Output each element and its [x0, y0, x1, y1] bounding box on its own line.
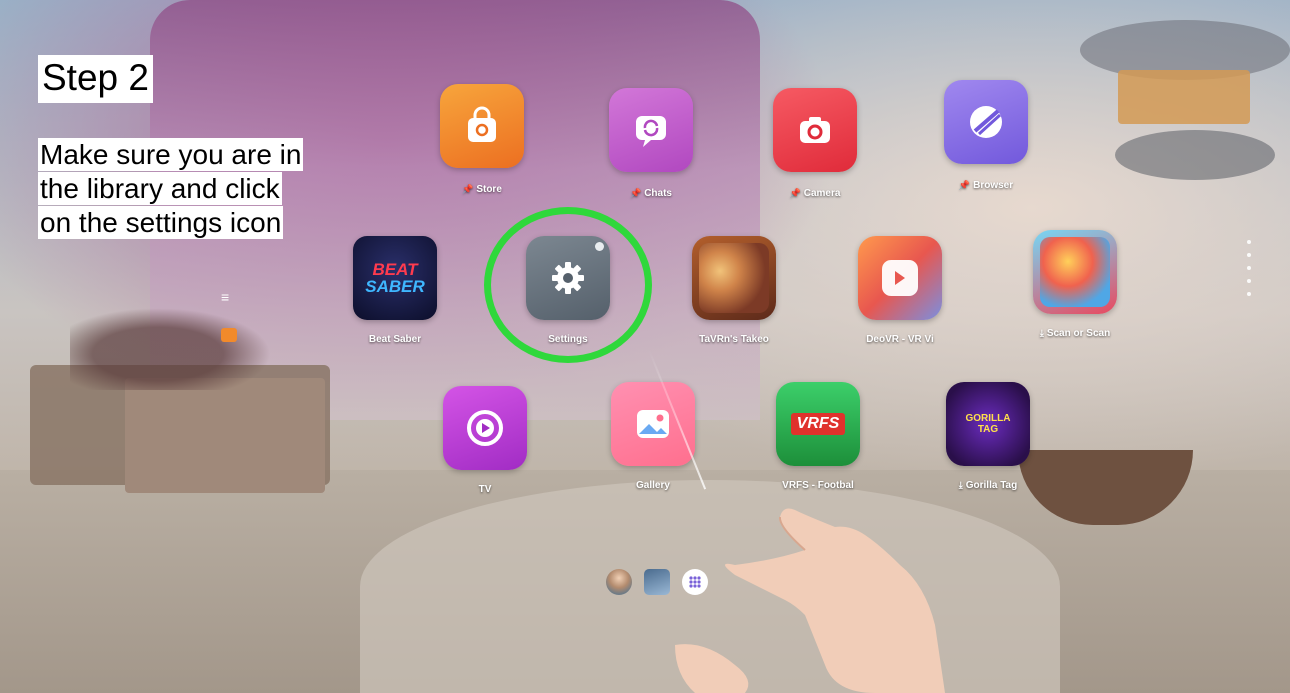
app-beat-saber[interactable]: BEAT SABER Beat Saber — [350, 236, 440, 345]
tv-play-icon — [467, 410, 503, 446]
beat-saber-tile-text-2: SABER — [365, 277, 425, 296]
instruction-line-1: Make sure you are in — [38, 138, 304, 171]
avatar[interactable] — [606, 569, 632, 595]
gallery-tile[interactable] — [611, 382, 695, 466]
scan-artwork — [1040, 237, 1110, 307]
app-vrfs[interactable]: VRFS VRFS - Footbal — [773, 382, 863, 491]
browser-label: Browser — [973, 180, 1014, 191]
background-platform-lower — [1115, 130, 1275, 180]
vrfs-label: VRFS - Footbal — [782, 480, 854, 491]
download-icon: ⤓ — [1039, 328, 1044, 338]
shopping-bag-icon — [468, 106, 496, 142]
chats-label: Chats — [644, 188, 672, 199]
tavrn-artwork — [699, 243, 769, 313]
beat-saber-label: Beat Saber — [368, 334, 422, 345]
store-tile[interactable] — [440, 84, 524, 168]
scan-label: Scan or Scan — [1046, 328, 1111, 339]
beat-saber-tile[interactable]: BEAT SABER — [353, 236, 437, 320]
app-store[interactable]: 📌 Store — [437, 84, 527, 195]
app-scan[interactable]: ⤓ Scan or Scan — [1030, 230, 1120, 339]
hand-pointer — [675, 508, 945, 693]
instruction-line-2: the library and click — [38, 172, 282, 205]
background-sign — [1118, 70, 1250, 124]
pin-icon: 📌 — [958, 180, 971, 190]
app-chats[interactable]: 📌 Chats — [606, 88, 696, 199]
gorilla-tag-tile[interactable]: GORILLA TAG — [946, 382, 1030, 466]
vrfs-tile[interactable]: VRFS — [776, 382, 860, 466]
background-plants — [70, 300, 290, 390]
photo-widget-icon[interactable] — [644, 569, 670, 595]
tavrn-tile[interactable] — [692, 236, 776, 320]
vrfs-tile-text: VRFS — [790, 413, 846, 435]
deovr-tile[interactable] — [858, 236, 942, 320]
pin-icon: 📌 — [789, 188, 801, 198]
image-icon — [637, 410, 669, 438]
gorilla-tag-label: Gorilla Tag — [965, 480, 1018, 491]
app-gorilla-tag[interactable]: GORILLA TAG ⤓ Gorilla Tag — [943, 382, 1033, 491]
store-label: Store — [476, 184, 502, 195]
settings-highlight-circle — [484, 207, 652, 363]
gallery-label: Gallery — [636, 480, 670, 491]
browser-tile[interactable] — [944, 80, 1028, 164]
chat-bubble-icon — [636, 116, 666, 147]
tavrn-label: TaVRn's Takeo — [699, 334, 769, 345]
instruction-text: Make sure you are in the library and cli… — [38, 138, 378, 240]
gorilla-tag-tile-text: GORILLA TAG — [965, 413, 1011, 435]
deovr-label: DeoVR - VR Vi — [866, 334, 934, 345]
library-scroll-indicator[interactable] — [1247, 240, 1251, 305]
pin-icon: 📌 — [629, 188, 642, 198]
download-icon: ⤓ — [958, 480, 963, 490]
chats-tile[interactable] — [609, 88, 693, 172]
camera-label: Camera — [803, 188, 841, 199]
pin-icon: 📌 — [462, 184, 474, 194]
app-browser[interactable]: 📌 Browser — [941, 80, 1031, 191]
app-tv[interactable]: TV — [440, 386, 530, 495]
app-tavrn[interactable]: TaVRn's Takeo — [689, 236, 779, 345]
app-camera[interactable]: 📌 Camera — [770, 88, 860, 199]
store-mini-icon[interactable] — [221, 328, 237, 342]
step-title: Step 2 — [38, 55, 153, 103]
side-panel-icons: ≡ — [221, 290, 237, 342]
play-d-icon — [882, 260, 918, 296]
vr-home-environment: Step 2 Make sure you are in the library … — [0, 0, 1290, 693]
background-planter-front — [125, 378, 325, 493]
list-icon[interactable]: ≡ — [221, 290, 237, 304]
instruction-line-3: on the settings icon — [38, 206, 284, 239]
scan-tile[interactable] — [1033, 230, 1117, 314]
camera-icon — [800, 117, 830, 143]
app-deovr[interactable]: DeoVR - VR Vi — [855, 236, 945, 345]
tv-tile[interactable] — [443, 386, 527, 470]
beat-saber-tile-text-1: BEAT — [372, 260, 418, 279]
browser-globe-icon — [970, 106, 1002, 138]
camera-tile[interactable] — [773, 88, 857, 172]
tv-label: TV — [478, 484, 492, 495]
